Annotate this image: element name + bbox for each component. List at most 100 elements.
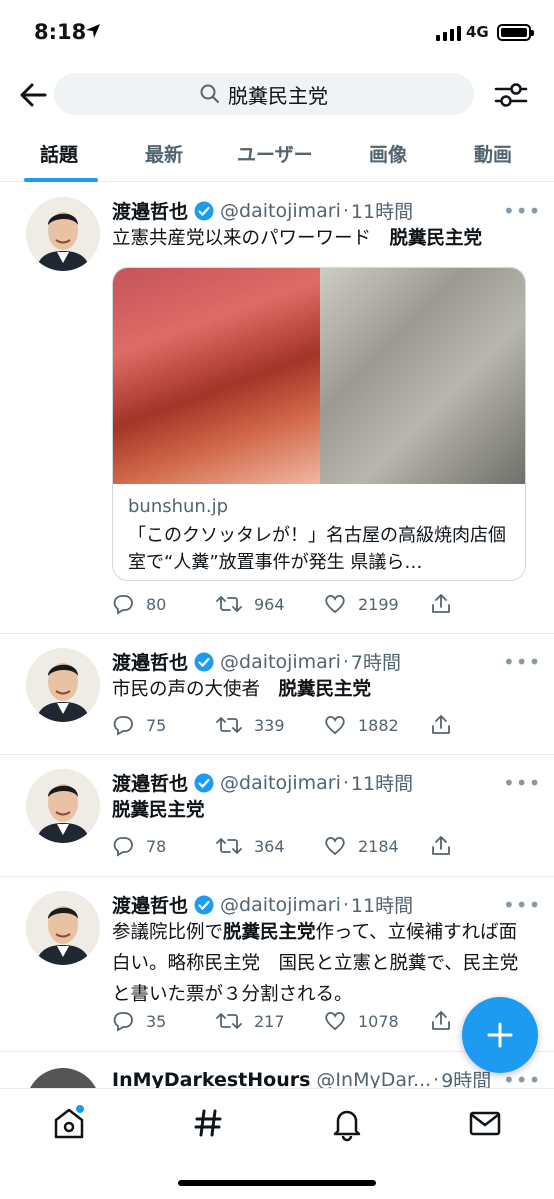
tab-people[interactable]: ユーザー <box>237 140 313 167</box>
search-query: 脱糞民主党 <box>228 83 328 108</box>
username[interactable]: @daitojimari <box>220 772 341 794</box>
card-title: 「このクソッタレが！」名古屋の高級焼肉店個室で“人糞”放置事件が発生 県議ら… <box>128 525 506 573</box>
avatar[interactable] <box>26 1068 100 1088</box>
tweet-text-plain: 市民の声の大使者 <box>112 679 279 700</box>
like-count: 1078 <box>358 1011 399 1031</box>
like-button[interactable]: 2184 <box>324 835 399 857</box>
tweet-actions: 80 964 2199 <box>112 593 532 619</box>
share-button[interactable] <box>430 835 452 857</box>
tweet[interactable]: 渡邉哲也 @daitojimari · 11時間 ••• 脱糞民主党 78 36… <box>0 755 554 877</box>
reply-button[interactable]: 35 <box>112 1010 166 1032</box>
reply-count: 75 <box>146 715 167 735</box>
retweet-count: 364 <box>254 836 285 856</box>
retweet-button[interactable]: 364 <box>216 835 285 857</box>
display-name[interactable]: 渡邉哲也 <box>112 648 188 675</box>
network-type: 4G <box>466 23 489 41</box>
arrow-left-icon[interactable] <box>18 81 48 109</box>
search-tabs: 話題 最新 ユーザー 画像 動画 <box>0 130 554 182</box>
display-name[interactable]: 渡邉哲也 <box>112 197 188 224</box>
tweet-header: 渡邉哲也 @daitojimari · 7時間 <box>112 648 401 675</box>
tab-top[interactable]: 話題 <box>40 140 78 167</box>
like-count: 2184 <box>358 836 399 856</box>
like-button[interactable]: 1882 <box>324 714 399 736</box>
tweet-text-highlight: 脱糞民主党 <box>112 800 205 821</box>
card-image-meat <box>113 268 320 484</box>
display-name[interactable]: 渡邉哲也 <box>112 891 188 918</box>
tweet[interactable]: 渡邉哲也 @daitojimari · 11時間 ••• 立憲共産党以来のパワー… <box>0 183 554 634</box>
tab-photos[interactable]: 画像 <box>369 140 407 167</box>
battery-icon <box>497 24 534 41</box>
link-card[interactable]: bunshun.jp 「このクソッタレが！」名古屋の高級焼肉店個室で“人糞”放置… <box>112 267 526 581</box>
display-name[interactable]: InMyDarkestHours <box>112 1069 310 1089</box>
separator: · <box>342 771 349 794</box>
reply-icon <box>113 595 133 615</box>
share-button[interactable] <box>430 1010 452 1032</box>
sliders-icon[interactable] <box>494 79 528 111</box>
retweet-button[interactable]: 339 <box>216 714 285 736</box>
search-input[interactable]: 脱糞民主党 <box>54 73 474 115</box>
like-button[interactable]: 1078 <box>324 1010 399 1032</box>
username[interactable]: @daitojimari <box>220 651 341 673</box>
heart-icon <box>325 836 345 856</box>
display-name[interactable]: 渡邉哲也 <box>112 769 188 796</box>
tweet-text-highlight: 脱糞民主党 <box>389 228 483 249</box>
signal-icon <box>436 26 461 41</box>
more-icon[interactable]: ••• <box>503 199 541 223</box>
avatar[interactable] <box>26 197 100 271</box>
separator: · <box>433 1068 440 1089</box>
more-icon[interactable]: ••• <box>503 893 541 917</box>
retweet-button[interactable]: 217 <box>216 1010 285 1032</box>
more-icon[interactable]: ••• <box>503 771 541 795</box>
avatar[interactable] <box>26 891 100 965</box>
bell-icon[interactable] <box>327 1103 367 1143</box>
card-domain: bunshun.jp <box>128 496 228 517</box>
tweet-actions: 75 339 1882 <box>112 714 532 740</box>
share-button[interactable] <box>430 593 452 615</box>
timestamp[interactable]: 11時間 <box>351 891 413 918</box>
card-image-blurred <box>320 268 525 484</box>
timestamp[interactable]: 7時間 <box>351 648 401 675</box>
tweet-header: 渡邉哲也 @daitojimari · 11時間 <box>112 769 413 796</box>
reply-button[interactable]: 75 <box>112 714 166 736</box>
envelope-icon[interactable] <box>465 1103 505 1143</box>
tweet-header: InMyDarkestHours @InMyDar... · 9時間 <box>112 1066 491 1089</box>
tweet-text-highlight: 脱糞民主党 <box>223 922 316 943</box>
plus-icon <box>487 1022 513 1048</box>
home-icon[interactable] <box>49 1103 89 1143</box>
retweet-button[interactable]: 964 <box>216 593 285 615</box>
username[interactable]: @InMyDar... <box>316 1069 431 1089</box>
timestamp[interactable]: 11時間 <box>351 197 413 224</box>
share-button[interactable] <box>430 714 452 736</box>
separator: · <box>342 199 349 222</box>
username[interactable]: @daitojimari <box>220 200 341 222</box>
verified-badge-icon <box>194 201 214 220</box>
reply-count: 78 <box>146 836 167 856</box>
retweet-icon <box>216 838 242 854</box>
retweet-icon <box>216 596 242 612</box>
status-time: 8:18 <box>34 20 87 44</box>
more-icon[interactable]: ••• <box>503 650 541 674</box>
retweet-count: 217 <box>254 1011 285 1031</box>
tweet-header: 渡邉哲也 @daitojimari · 11時間 <box>112 891 413 918</box>
compose-button[interactable] <box>462 997 538 1073</box>
tweet[interactable]: 渡邉哲也 @daitojimari · 7時間 ••• 市民の声の大使者 脱糞民… <box>0 634 554 755</box>
avatar[interactable] <box>26 769 100 843</box>
avatar[interactable] <box>26 648 100 722</box>
separator: · <box>342 893 349 916</box>
reply-icon <box>113 716 133 736</box>
like-button[interactable]: 2199 <box>324 593 399 615</box>
tab-videos[interactable]: 動画 <box>474 140 512 167</box>
reply-button[interactable]: 78 <box>112 835 166 857</box>
username[interactable]: @daitojimari <box>220 894 341 916</box>
retweet-icon <box>216 1013 242 1029</box>
hashtag-icon[interactable] <box>188 1103 228 1143</box>
reply-button[interactable]: 80 <box>112 593 166 615</box>
share-icon <box>432 836 450 855</box>
tab-latest[interactable]: 最新 <box>145 140 183 167</box>
separator: · <box>342 650 349 673</box>
timestamp[interactable]: 11時間 <box>351 769 413 796</box>
reply-count: 80 <box>146 594 167 614</box>
search-header: 脱糞民主党 <box>0 70 554 120</box>
status-bar: 8:18 4G <box>0 0 554 64</box>
heart-icon <box>325 594 345 614</box>
